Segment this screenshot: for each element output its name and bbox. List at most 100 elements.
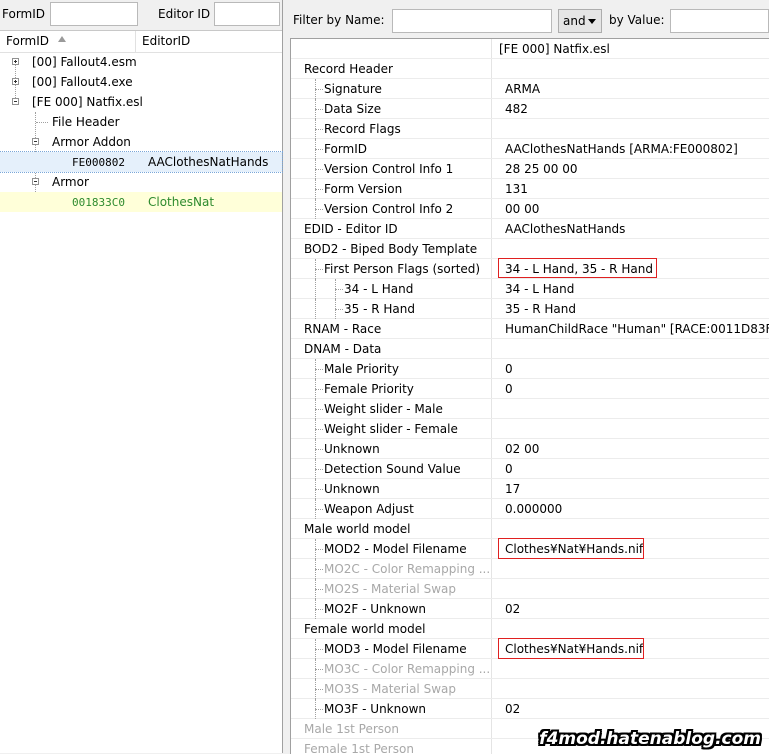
nav-column-header: FormID EditorID [0, 31, 282, 53]
highlight-box [498, 538, 644, 559]
record-row[interactable]: Version Control Info 1 28 25 00 00 [291, 159, 769, 179]
tree-item-fallout4-exe[interactable]: [00] Fallout4.exe [0, 72, 282, 92]
editorid-column-header[interactable]: EditorID [142, 34, 190, 48]
record-field-label: Form Version [324, 182, 403, 196]
record-view-pane: Filter by Name: and by Value: [FE 000] N… [284, 0, 769, 754]
formid-filter-input[interactable] [50, 2, 138, 26]
tree-item-label: Armor Addon [52, 135, 131, 149]
record-row[interactable]: Version Control Info 2 00 00 [291, 199, 769, 219]
tree-item-label: Armor [52, 175, 89, 189]
record-row[interactable]: Female world model [291, 619, 769, 639]
record-row[interactable]: Weight slider - Male [291, 399, 769, 419]
tree-item-armor-addon[interactable]: Armor Addon [0, 132, 282, 152]
record-field-label: 35 - R Hand [344, 302, 415, 316]
record-row[interactable]: Detection Sound Value 0 [291, 459, 769, 479]
record-row[interactable]: Unknown 17 [291, 479, 769, 499]
record-field-value: 131 [505, 182, 528, 196]
record-row[interactable]: MO3F - Unknown 02 [291, 699, 769, 719]
record-row[interactable]: EDID - Editor ID AAClothesNatHands [291, 219, 769, 239]
record-field-label: Male 1st Person [304, 722, 399, 736]
record-field-value: 02 [505, 702, 521, 716]
record-file-column-header[interactable]: [FE 000] Natfix.esl [499, 42, 610, 56]
record-field-label: Signature [324, 82, 382, 96]
record-field-value: 17 [505, 482, 521, 496]
filter-value-input[interactable] [670, 9, 769, 33]
collapse-icon[interactable] [32, 138, 39, 145]
record-row[interactable]: MO2S - Material Swap [291, 579, 769, 599]
record-row[interactable]: Male Priority 0 [291, 359, 769, 379]
record-field-value: 34 - L Hand [505, 282, 575, 296]
record-row[interactable]: MO3S - Material Swap [291, 679, 769, 699]
highlight-box [498, 258, 657, 278]
record-field-label: Unknown [324, 482, 380, 496]
tree-item-natfix-esl[interactable]: [FE 000] Natfix.esl [0, 92, 282, 112]
record-field-value: 0.000000 [505, 502, 563, 516]
record-row[interactable]: Record Header [291, 59, 769, 79]
tree-item-label: [FE 000] Natfix.esl [32, 95, 143, 109]
record-field-label: MO3F - Unknown [324, 702, 426, 716]
record-field-value: AAClothesNatHands [ARMA:FE000802] [505, 142, 738, 156]
sort-ascending-icon [58, 36, 66, 42]
record-field-value: 02 00 [505, 442, 540, 456]
record-field-label: DNAM - Data [304, 342, 382, 356]
record-row[interactable]: RNAM - Race HumanChildRace "Human" [RACE:… [291, 319, 769, 339]
record-view-header: [FE 000] Natfix.esl [291, 39, 769, 59]
record-row[interactable]: Record Flags [291, 119, 769, 139]
record-field-value: 0 [505, 362, 513, 376]
record-field-label: MOD3 - Model Filename [324, 642, 467, 656]
record-row[interactable]: Female Priority 0 [291, 379, 769, 399]
record-field-label: Weight slider - Male [324, 402, 443, 416]
record-field-label: Male Priority [324, 362, 399, 376]
record-row[interactable]: 34 - L Hand 34 - L Hand [291, 279, 769, 299]
tree-item-formid: 001833C0 [72, 196, 125, 209]
record-field-label: MOD2 - Model Filename [324, 542, 467, 556]
formid-filter-label: FormID [2, 7, 46, 21]
record-row[interactable]: Data Size 482 [291, 99, 769, 119]
record-row[interactable]: Weight slider - Female [291, 419, 769, 439]
record-field-label: MO3C - Color Remapping ... [324, 662, 490, 676]
tree-item-fallout4-esm[interactable]: [00] Fallout4.esm [0, 52, 282, 72]
record-row[interactable]: MO2F - Unknown 02 [291, 599, 769, 619]
record-row[interactable]: MO2C - Color Remapping ... [291, 559, 769, 579]
tree-item-clothesnat[interactable]: 001833C0 ClothesNat [0, 192, 282, 212]
record-row[interactable]: Signature ARMA [291, 79, 769, 99]
filter-name-label: Filter by Name: [293, 13, 385, 27]
expand-icon[interactable] [12, 58, 19, 65]
filter-name-input[interactable] [392, 9, 552, 33]
dropdown-arrow-icon [588, 19, 596, 24]
record-row[interactable]: 35 - R Hand 35 - R Hand [291, 299, 769, 319]
tree-item-file-header[interactable]: File Header [0, 112, 282, 132]
tree-item-aaclothesnathands[interactable]: FE000802 AAClothesNatHands [0, 151, 283, 173]
editorid-filter-label: Editor ID [158, 7, 211, 21]
record-row[interactable]: DNAM - Data [291, 339, 769, 359]
record-row[interactable]: Weapon Adjust 0.000000 [291, 499, 769, 519]
record-row[interactable]: FormID AAClothesNatHands [ARMA:FE000802] [291, 139, 769, 159]
record-field-value: 0 [505, 382, 513, 396]
expand-icon[interactable] [12, 78, 19, 85]
filter-operator-value: and [563, 14, 586, 28]
record-row[interactable]: Unknown 02 00 [291, 439, 769, 459]
record-field-value: 02 [505, 602, 521, 616]
formid-column-header[interactable]: FormID [6, 34, 49, 48]
record-field-label: MO3S - Material Swap [324, 682, 456, 696]
record-row[interactable]: MO3C - Color Remapping ... [291, 659, 769, 679]
record-row[interactable]: Male world model [291, 519, 769, 539]
filter-operator-dropdown[interactable]: and [558, 9, 602, 33]
record-field-label: Version Control Info 1 [324, 162, 454, 176]
record-field-value: 0 [505, 462, 513, 476]
tree-item-editorid: ClothesNat [148, 195, 215, 209]
record-field-value: ARMA [505, 82, 541, 96]
collapse-icon[interactable] [12, 98, 19, 105]
record-field-label: Weapon Adjust [324, 502, 414, 516]
tree-item-label: [00] Fallout4.exe [32, 75, 133, 89]
record-row[interactable]: BOD2 - Biped Body Template [291, 239, 769, 259]
record-row[interactable]: Form Version 131 [291, 179, 769, 199]
collapse-icon[interactable] [32, 178, 39, 185]
tree-item-armor[interactable]: Armor [0, 172, 282, 192]
record-field-label: BOD2 - Biped Body Template [304, 242, 478, 256]
editorid-filter-input[interactable] [214, 2, 280, 26]
navigation-pane: FormID Editor ID FormID EditorID [00] Fa… [0, 0, 283, 753]
record-field-value: 482 [505, 102, 528, 116]
record-field-label: Female 1st Person [304, 742, 414, 754]
record-field-value: AAClothesNatHands [505, 222, 626, 236]
